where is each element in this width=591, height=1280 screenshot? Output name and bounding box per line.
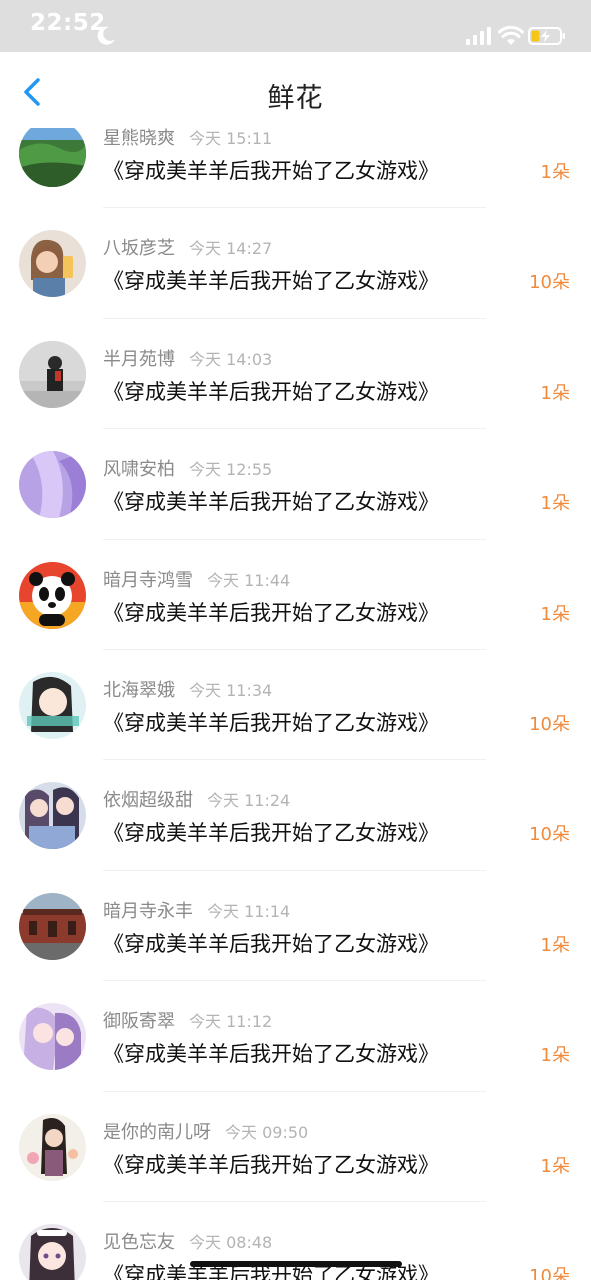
list-item[interactable]: 暗月寺鸿雪 今天 11:44 《穿成美羊羊后我开始了乙女游戏》 1朵 bbox=[0, 540, 591, 650]
username-text: 半月苑博 bbox=[103, 348, 175, 370]
username-text: 八坂彦芝 bbox=[103, 238, 175, 260]
flower-count: 1朵 bbox=[540, 1045, 570, 1067]
signal-icon bbox=[466, 27, 491, 45]
nav-header: 鲜花 bbox=[0, 52, 591, 128]
timestamp: 今天 14:03 bbox=[189, 349, 273, 369]
flower-count: 1朵 bbox=[540, 162, 570, 183]
wifi-icon bbox=[498, 25, 524, 45]
book-title[interactable]: 《穿成美羊羊后我开始了乙女游戏》 bbox=[103, 265, 439, 295]
avatar[interactable] bbox=[19, 340, 86, 408]
flower-list[interactable]: 星熊晓爽 今天 15:11 《穿成美羊羊后我开始了乙女游戏》 1朵 八坂彦芝 今天 … bbox=[0, 128, 591, 1280]
page-title: 鲜花 bbox=[267, 83, 324, 114]
book-title[interactable]: 《穿成美羊羊后我开始了乙女游戏》 bbox=[103, 817, 439, 847]
username: 风啸安柏 今天 12:55 bbox=[103, 455, 272, 481]
book-title[interactable]: 《穿成美羊羊后我开始了乙女游戏》 bbox=[103, 1038, 439, 1068]
list-item[interactable]: 星熊晓爽 今天 15:11 《穿成美羊羊后我开始了乙女游戏》 1朵 bbox=[0, 128, 591, 209]
list-item[interactable]: 半月苑博 今天 14:03 《穿成美羊羊后我开始了乙女游戏》 1朵 bbox=[0, 319, 591, 430]
username: 北海翠娥 今天 11:34 bbox=[103, 676, 272, 702]
username-text: 风啸安柏 bbox=[103, 459, 175, 481]
avatar[interactable] bbox=[19, 451, 86, 519]
username: 见色忘友 今天 08:48 bbox=[103, 1228, 272, 1254]
avatar[interactable] bbox=[19, 1223, 86, 1280]
flower-count: 10朵 bbox=[529, 272, 570, 294]
avatar[interactable] bbox=[19, 561, 86, 629]
flower-count: 1朵 bbox=[540, 934, 570, 956]
list-item[interactable]: 八坂彦芝 今天 14:27 《穿成美羊羊后我开始了乙女游戏》 10朵 bbox=[0, 208, 591, 319]
book-title[interactable]: 《穿成美羊羊后我开始了乙女游戏》 bbox=[103, 486, 439, 516]
flower-count: 1朵 bbox=[540, 603, 570, 625]
book-title[interactable]: 《穿成美羊羊后我开始了乙女游戏》 bbox=[103, 1149, 439, 1179]
timestamp: 今天 11:24 bbox=[207, 791, 291, 811]
username: 暗月寺永丰 今天 11:14 bbox=[103, 897, 290, 923]
status-bar: 22:52 bbox=[0, 0, 591, 52]
username-text: 暗月寺鸿雪 bbox=[103, 569, 193, 591]
username: 御阪寄翠 今天 11:12 bbox=[103, 1007, 272, 1033]
timestamp: 今天 11:14 bbox=[207, 901, 291, 921]
avatar[interactable] bbox=[19, 782, 86, 850]
book-title[interactable]: 《穿成美羊羊后我开始了乙女游戏》 bbox=[103, 928, 439, 958]
timestamp: 今天 11:44 bbox=[207, 570, 291, 590]
list-item[interactable]: 依烟超级甜 今天 11:24 《穿成美羊羊后我开始了乙女游戏》 10朵 bbox=[0, 760, 591, 871]
timestamp: 今天 15:11 bbox=[189, 129, 273, 148]
list-item[interactable]: 暗月寺永丰 今天 11:14 《穿成美羊羊后我开始了乙女游戏》 1朵 bbox=[0, 871, 591, 982]
flower-count: 1朵 bbox=[540, 382, 570, 404]
flower-count: 1朵 bbox=[540, 493, 570, 515]
book-title[interactable]: 《穿成美羊羊后我开始了乙女游戏》 bbox=[103, 597, 439, 627]
username: 半月苑博 今天 14:03 bbox=[103, 345, 272, 371]
username: 依烟超级甜 今天 11:24 bbox=[103, 786, 290, 812]
avatar[interactable] bbox=[19, 230, 86, 298]
username: 星熊晓爽 今天 15:11 bbox=[103, 128, 272, 150]
username: 八坂彦芝 今天 14:27 bbox=[103, 234, 272, 260]
battery-charging-icon bbox=[528, 27, 565, 45]
timestamp: 今天 08:48 bbox=[189, 1232, 273, 1252]
username-text: 北海翠娥 bbox=[103, 679, 175, 701]
list-item[interactable]: 风啸安柏 今天 12:55 《穿成美羊羊后我开始了乙女游戏》 1朵 bbox=[0, 429, 591, 540]
book-title[interactable]: 《穿成美羊羊后我开始了乙女游戏》 bbox=[103, 155, 439, 185]
home-indicator[interactable] bbox=[190, 1261, 402, 1267]
flower-count: 10朵 bbox=[529, 713, 570, 735]
list-item[interactable]: 见色忘友 今天 08:48 《穿成美羊羊后我开始了乙女游戏》 10朵 bbox=[0, 1202, 591, 1280]
username-text: 是你的南儿呀 bbox=[103, 1121, 211, 1143]
username: 暗月寺鸿雪 今天 11:44 bbox=[103, 566, 290, 592]
book-title[interactable]: 《穿成美羊羊后我开始了乙女游戏》 bbox=[103, 376, 439, 406]
avatar[interactable] bbox=[19, 671, 86, 739]
username-text: 见色忘友 bbox=[103, 1231, 175, 1253]
username-text: 依烟超级甜 bbox=[103, 790, 193, 812]
timestamp: 今天 14:27 bbox=[189, 239, 273, 259]
book-title[interactable]: 《穿成美羊羊后我开始了乙女游戏》 bbox=[103, 707, 439, 737]
username-text: 暗月寺永丰 bbox=[103, 900, 193, 922]
list-item[interactable]: 是你的南儿呀 今天 09:50 《穿成美羊羊后我开始了乙女游戏》 1朵 bbox=[0, 1092, 591, 1202]
username: 是你的南儿呀 今天 09:50 bbox=[103, 1118, 308, 1144]
username-text: 星熊晓爽 bbox=[103, 128, 175, 149]
flower-count: 10朵 bbox=[529, 824, 570, 846]
moon-icon bbox=[97, 26, 115, 45]
timestamp: 今天 09:50 bbox=[225, 1122, 309, 1142]
timestamp: 今天 12:55 bbox=[189, 460, 273, 480]
avatar[interactable] bbox=[19, 892, 86, 960]
list-item[interactable]: 御阪寄翠 今天 11:12 《穿成美羊羊后我开始了乙女游戏》 1朵 bbox=[0, 981, 591, 1092]
flower-count: 1朵 bbox=[540, 1155, 570, 1177]
list-item[interactable]: 北海翠娥 今天 11:34 《穿成美羊羊后我开始了乙女游戏》 10朵 bbox=[0, 650, 591, 761]
flower-count: 10朵 bbox=[529, 1265, 570, 1280]
timestamp: 今天 11:12 bbox=[189, 1012, 273, 1032]
username-text: 御阪寄翠 bbox=[103, 1011, 175, 1033]
avatar[interactable] bbox=[19, 1003, 86, 1071]
avatar[interactable] bbox=[19, 1113, 86, 1181]
avatar[interactable] bbox=[19, 128, 86, 187]
timestamp: 今天 11:34 bbox=[189, 680, 273, 700]
